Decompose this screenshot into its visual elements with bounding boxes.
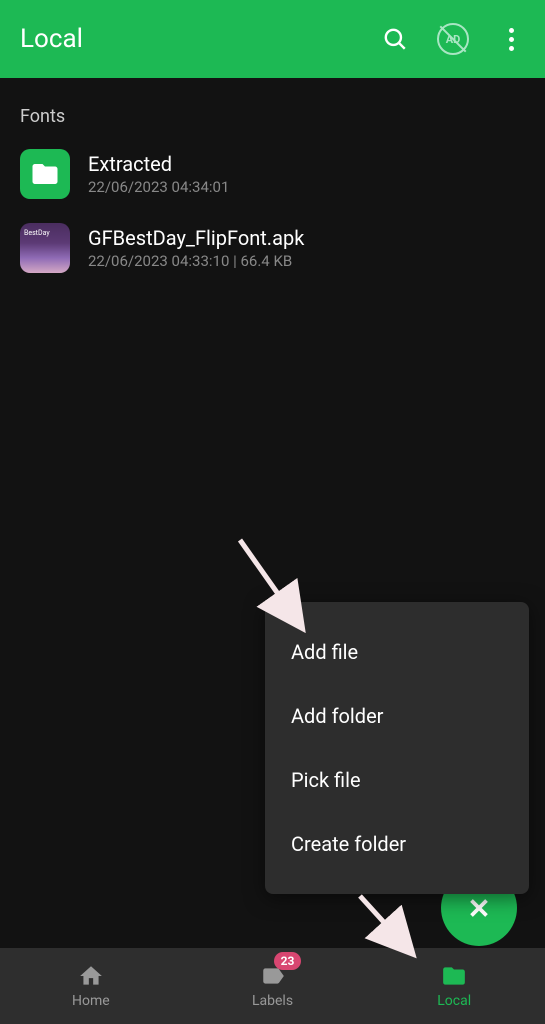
app-header: Local AD: [0, 0, 545, 78]
home-icon: [78, 963, 104, 989]
search-icon[interactable]: [381, 25, 409, 53]
nav-labels[interactable]: 23 Labels: [182, 948, 364, 1024]
file-info: Extracted 22/06/2023 04:34:01: [88, 149, 229, 199]
file-name: Extracted: [88, 152, 229, 176]
file-meta: 22/06/2023 04:34:01: [88, 178, 229, 196]
file-info: GFBestDay_FlipFont.apk 22/06/2023 04:33:…: [88, 223, 304, 273]
nav-home[interactable]: Home: [0, 948, 182, 1024]
badge-count: 23: [274, 952, 302, 970]
fab-popup-menu: Add file Add folder Pick file Create fol…: [265, 602, 529, 894]
pick-file-menuitem[interactable]: Pick file: [265, 748, 529, 812]
nav-label: Home: [72, 993, 110, 1009]
header-actions: AD: [381, 23, 525, 55]
file-list: Extracted 22/06/2023 04:34:01 BestDay GF…: [0, 145, 545, 293]
file-name: GFBestDay_FlipFont.apk: [88, 226, 304, 250]
list-item[interactable]: Extracted 22/06/2023 04:34:01: [20, 145, 525, 219]
file-meta: 22/06/2023 04:33:10 | 66.4 KB: [88, 252, 304, 270]
header-title: Local: [20, 24, 381, 54]
add-file-menuitem[interactable]: Add file: [265, 620, 529, 684]
bottom-nav: Home 23 Labels Local: [0, 948, 545, 1024]
create-folder-menuitem[interactable]: Create folder: [265, 812, 529, 876]
close-icon: [464, 893, 494, 923]
folder-icon: [441, 963, 467, 989]
ad-badge-icon[interactable]: AD: [437, 23, 469, 55]
apk-icon: BestDay: [20, 223, 70, 273]
apk-label: BestDay: [24, 229, 50, 237]
nav-label: Local: [437, 993, 471, 1009]
folder-icon: [20, 149, 70, 199]
add-folder-menuitem[interactable]: Add folder: [265, 684, 529, 748]
more-menu-icon[interactable]: [497, 25, 525, 53]
ad-text: AD: [446, 33, 461, 46]
nav-label: Labels: [252, 993, 293, 1009]
list-item[interactable]: BestDay GFBestDay_FlipFont.apk 22/06/202…: [20, 219, 525, 293]
nav-local[interactable]: Local: [363, 948, 545, 1024]
breadcrumb[interactable]: Fonts: [0, 78, 545, 145]
